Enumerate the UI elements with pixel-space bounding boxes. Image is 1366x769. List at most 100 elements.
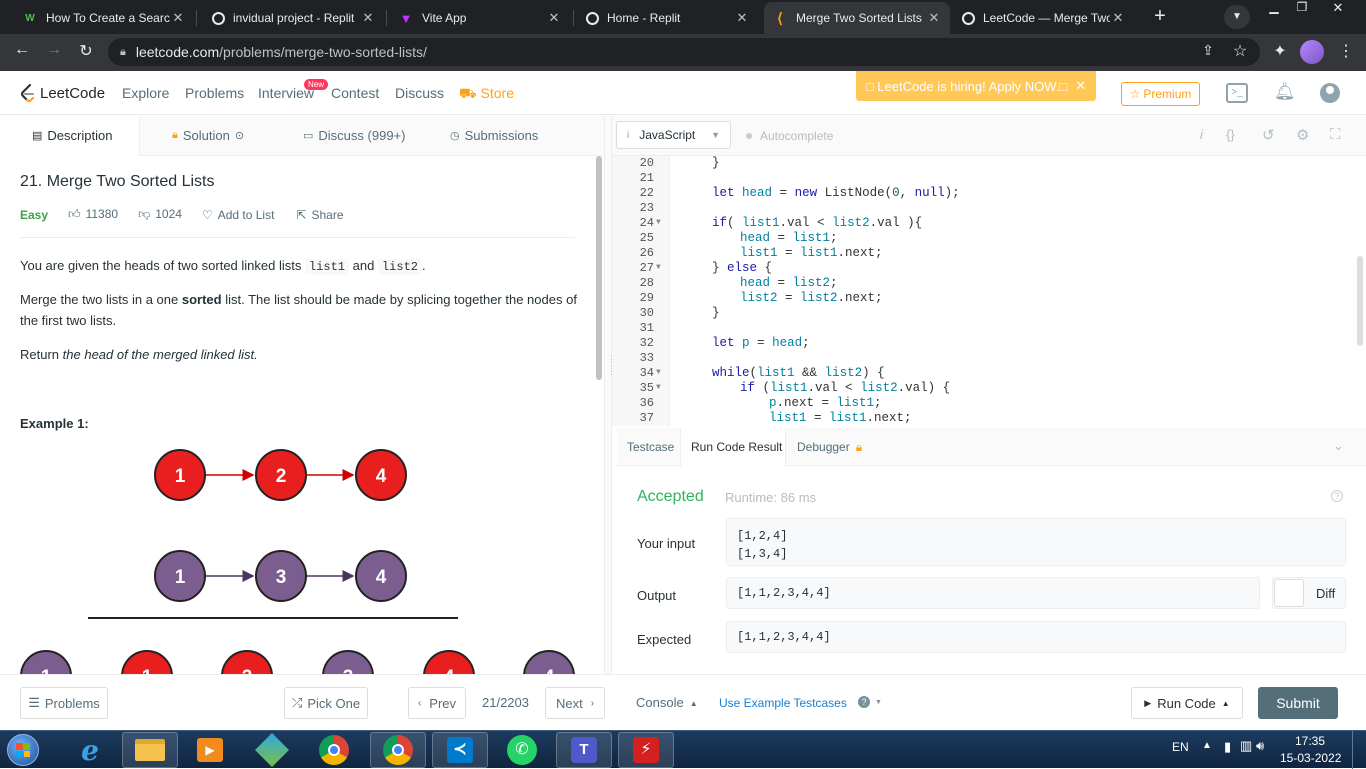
fold-icon[interactable]: ▼ bbox=[656, 368, 661, 377]
browser-tab[interactable]: W How To Create a Search ✕ bbox=[14, 4, 194, 32]
bookmark-star-icon[interactable]: ☆ bbox=[1228, 41, 1252, 61]
fold-icon[interactable]: ▼ bbox=[656, 218, 661, 227]
braces-icon[interactable]: {} bbox=[1226, 127, 1235, 142]
browser-tab[interactable]: ▼ Vite App ✕ bbox=[390, 4, 570, 32]
network-icon[interactable]: ▥ bbox=[1240, 738, 1252, 754]
nav-contest[interactable]: Contest bbox=[331, 85, 379, 101]
settings-icon[interactable]: ⚙ bbox=[1296, 126, 1309, 144]
code-editor[interactable]: 20 21 22 23 24 25 26 27 28 29 30 31 32 33 34 35 36 37 ▼ ▼… bbox=[612, 156, 1366, 426]
autocomplete-toggle[interactable]: Autocomplete bbox=[746, 129, 833, 143]
nav-explore[interactable]: Explore bbox=[122, 85, 169, 101]
menu-dots-icon[interactable]: ⋮ bbox=[1334, 41, 1358, 61]
show-desktop-button[interactable] bbox=[1352, 731, 1366, 769]
help-dropdown[interactable]: ? ▼ bbox=[858, 696, 882, 708]
like-button[interactable]: 👍︎ 11380 bbox=[68, 207, 118, 222]
teams-icon[interactable]: T bbox=[556, 732, 612, 768]
tab-description[interactable]: ▤ Description bbox=[32, 128, 112, 143]
clock-time[interactable]: 17:35 bbox=[1295, 734, 1325, 748]
tab-run-code-result[interactable]: Run Code Result bbox=[691, 440, 782, 454]
nav-problems[interactable]: Problems bbox=[185, 85, 244, 101]
close-tab-icon[interactable]: ✕ bbox=[734, 10, 750, 26]
forward-icon[interactable]: → bbox=[42, 41, 66, 59]
close-banner-icon[interactable]: ✕ bbox=[1075, 78, 1086, 94]
hiring-banner[interactable]: □ LeetCode is hiring! Apply NOW.□ ✕ bbox=[856, 71, 1096, 101]
info-icon[interactable]: i bbox=[1200, 127, 1203, 142]
share-page-icon[interactable]: ⇪ bbox=[1196, 42, 1220, 59]
close-tab-icon[interactable]: ✕ bbox=[170, 10, 186, 26]
close-tab-icon[interactable]: ✕ bbox=[546, 10, 562, 26]
language-select[interactable]: i JavaScript ▼ bbox=[616, 121, 731, 149]
chevron-down-icon[interactable]: ⌄ bbox=[1333, 438, 1344, 454]
browser-tab-active[interactable]: ⟨ Merge Two Sorted Lists ✕ bbox=[764, 2, 950, 34]
tab-solution[interactable]: 🔒︎ Solution ⊙ bbox=[172, 128, 244, 143]
leetcode-logo[interactable]: LeetCode bbox=[20, 83, 105, 103]
nav-discuss[interactable]: Discuss bbox=[395, 85, 444, 101]
extensions-icon[interactable]: ✦ bbox=[1268, 41, 1292, 61]
start-button[interactable] bbox=[3, 731, 43, 769]
language-indicator[interactable]: EN bbox=[1172, 740, 1189, 754]
play-circle-icon: ⊙ bbox=[234, 130, 245, 142]
tab-discuss[interactable]: ▭ Discuss (999+) bbox=[303, 128, 405, 143]
premium-button[interactable]: ☆ Premium bbox=[1121, 82, 1200, 106]
run-code-button[interactable]: ▶ Run Code ▲ bbox=[1131, 687, 1243, 719]
acrobat-icon[interactable]: ⚡︎ bbox=[618, 732, 674, 768]
diff-toggle[interactable]: Diff bbox=[1272, 577, 1346, 609]
git-tool-icon[interactable] bbox=[244, 732, 300, 768]
submit-button[interactable]: Submit bbox=[1258, 687, 1338, 719]
pick-one-button[interactable]: ⤮ Pick One bbox=[284, 687, 368, 719]
browser-tab[interactable]: LeetCode — Merge Two ✕ bbox=[954, 4, 1134, 32]
whatsapp-icon[interactable]: ✆ bbox=[494, 732, 550, 768]
battery-icon[interactable]: ▮ bbox=[1224, 739, 1231, 755]
notification-bell-icon[interactable]: 🔔︎ bbox=[1274, 82, 1296, 102]
left-scrollbar[interactable] bbox=[596, 156, 602, 380]
use-example-testcases-link[interactable]: Use Example Testcases bbox=[719, 696, 847, 710]
restore-icon[interactable]: ❐ bbox=[1290, 0, 1314, 18]
user-avatar-icon[interactable] bbox=[1320, 83, 1340, 103]
next-button[interactable]: Next › bbox=[545, 687, 605, 719]
fold-icon[interactable]: ▼ bbox=[656, 263, 661, 272]
reload-icon[interactable]: ↻ bbox=[74, 41, 98, 61]
line-number: 24 bbox=[639, 216, 654, 230]
playground-icon[interactable]: >_ bbox=[1226, 83, 1248, 103]
chrome-profile-icon[interactable] bbox=[370, 732, 426, 768]
reset-icon[interactable]: ↺ bbox=[1262, 126, 1275, 144]
fold-icon[interactable]: ▼ bbox=[656, 383, 661, 392]
tray-expand-icon[interactable]: ▲ bbox=[1202, 740, 1212, 751]
help-icon[interactable]: ? bbox=[1331, 490, 1343, 502]
media-player-icon[interactable]: ▶ bbox=[182, 732, 238, 768]
output-label: Output bbox=[637, 588, 677, 603]
console-toggle[interactable]: Console ▲ bbox=[636, 695, 698, 713]
share-button[interactable]: ⇱ Share bbox=[296, 208, 343, 222]
text: . bbox=[421, 258, 426, 273]
file-explorer-icon[interactable] bbox=[122, 732, 178, 768]
add-to-list-button[interactable]: ♡ Add to List bbox=[202, 208, 274, 222]
tab-search-icon[interactable]: ▼ bbox=[1224, 5, 1250, 29]
window-close-icon[interactable]: ✕ bbox=[1326, 0, 1350, 18]
vscode-icon[interactable]: ≺ bbox=[432, 732, 488, 768]
browser-tab[interactable]: Home - Replit ✕ bbox=[578, 4, 758, 32]
button-label: Run Code bbox=[1157, 695, 1216, 711]
tab-submissions[interactable]: ◷ Submissions bbox=[450, 128, 538, 143]
browser-tab[interactable]: invidual project - Replit ✕ bbox=[204, 4, 384, 32]
editor-scrollbar[interactable] bbox=[1357, 256, 1363, 346]
dislike-button[interactable]: 👎︎ 1024 bbox=[138, 207, 182, 222]
close-tab-icon[interactable]: ✕ bbox=[926, 10, 942, 26]
fullscreen-icon[interactable]: ⛶ bbox=[1330, 126, 1341, 143]
pane-splitter[interactable]: ⋮⋮⋮ bbox=[604, 116, 616, 674]
prev-button[interactable]: ‹ Prev bbox=[408, 687, 466, 719]
chrome-icon[interactable] bbox=[306, 732, 362, 768]
tab-debugger[interactable]: Debugger 🔒︎ bbox=[797, 440, 862, 455]
address-bar[interactable]: 🔒︎ leetcode.com/problems/merge-two-sorte… bbox=[108, 38, 1260, 66]
tab-testcase[interactable]: Testcase bbox=[627, 440, 674, 454]
clock-date[interactable]: 15-03-2022 bbox=[1280, 751, 1341, 765]
new-tab-icon[interactable]: + bbox=[1148, 5, 1172, 29]
back-icon[interactable]: ← bbox=[10, 41, 34, 59]
internet-explorer-icon[interactable]: e bbox=[62, 732, 118, 768]
volume-icon[interactable]: 🔊︎ bbox=[1256, 738, 1264, 754]
close-tab-icon[interactable]: ✕ bbox=[1110, 10, 1126, 26]
nav-store[interactable]: ⛟ Store bbox=[459, 85, 514, 104]
problems-list-button[interactable]: ☰ Problems bbox=[20, 687, 108, 719]
minimize-icon[interactable]: ▁ bbox=[1262, 0, 1286, 18]
close-tab-icon[interactable]: ✕ bbox=[360, 10, 376, 26]
profile-avatar[interactable] bbox=[1300, 40, 1324, 64]
